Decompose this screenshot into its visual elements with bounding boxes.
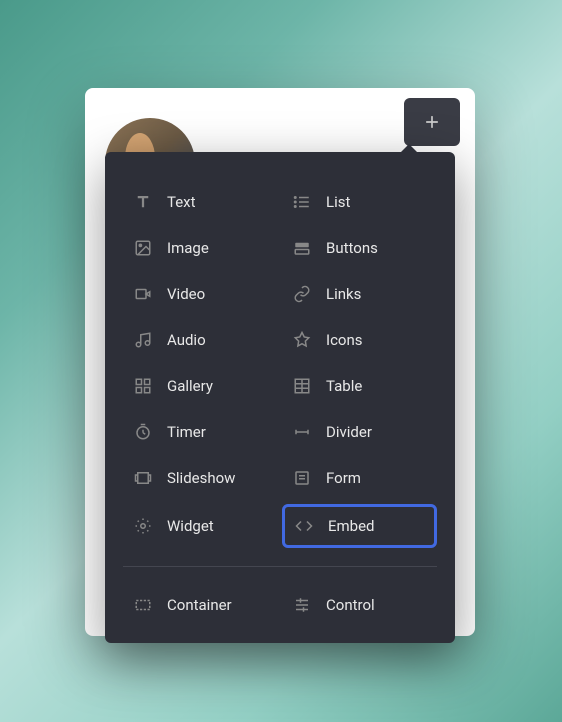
add-button[interactable] — [404, 98, 460, 146]
menu-item-buttons[interactable]: Buttons — [282, 228, 437, 268]
menu-item-widget[interactable]: Widget — [123, 504, 278, 548]
menu-item-icons[interactable]: Icons — [282, 320, 437, 360]
add-element-dropdown: Text List Image Buttons Video — [105, 152, 455, 643]
list-icon — [292, 192, 312, 212]
menu-item-label: Gallery — [167, 377, 213, 395]
menu-item-label: Divider — [326, 423, 372, 441]
menu-item-links[interactable]: Links — [282, 274, 437, 314]
menu-item-label: Buttons — [326, 239, 378, 257]
text-icon — [133, 192, 153, 212]
menu-item-image[interactable]: Image — [123, 228, 278, 268]
menu-item-label: Links — [326, 285, 361, 303]
embed-icon — [294, 516, 314, 536]
menu-item-label: Widget — [167, 517, 214, 535]
menu-item-label: List — [326, 193, 350, 211]
table-icon — [292, 376, 312, 396]
icons-icon — [292, 330, 312, 350]
menu-item-label: Slideshow — [167, 469, 235, 487]
container-icon — [133, 595, 153, 615]
menu-item-label: Video — [167, 285, 205, 303]
widget-icon — [133, 516, 153, 536]
menu-item-label: Image — [167, 239, 209, 257]
control-icon — [292, 595, 312, 615]
menu-item-video[interactable]: Video — [123, 274, 278, 314]
image-icon — [133, 238, 153, 258]
menu-divider — [123, 566, 437, 567]
menu-item-label: Embed — [328, 517, 375, 535]
menu-item-label: Control — [326, 596, 375, 614]
menu-item-embed[interactable]: Embed — [282, 504, 437, 548]
menu-grid: Text List Image Buttons Video — [123, 182, 437, 625]
menu-item-divider[interactable]: Divider — [282, 412, 437, 452]
menu-item-slideshow[interactable]: Slideshow — [123, 458, 278, 498]
menu-item-label: Timer — [167, 423, 206, 441]
divider-icon — [292, 422, 312, 442]
menu-item-label: Table — [326, 377, 362, 395]
video-icon — [133, 284, 153, 304]
menu-item-control[interactable]: Control — [282, 585, 437, 625]
slideshow-icon — [133, 468, 153, 488]
menu-item-audio[interactable]: Audio — [123, 320, 278, 360]
menu-item-label: Text — [167, 193, 196, 211]
audio-icon — [133, 330, 153, 350]
menu-item-gallery[interactable]: Gallery — [123, 366, 278, 406]
menu-item-label: Form — [326, 469, 361, 487]
links-icon — [292, 284, 312, 304]
buttons-icon — [292, 238, 312, 258]
menu-item-label: Audio — [167, 331, 206, 349]
menu-item-form[interactable]: Form — [282, 458, 437, 498]
gallery-icon — [133, 376, 153, 396]
menu-item-timer[interactable]: Timer — [123, 412, 278, 452]
menu-item-table[interactable]: Table — [282, 366, 437, 406]
plus-icon — [422, 112, 442, 132]
timer-icon — [133, 422, 153, 442]
menu-item-text[interactable]: Text — [123, 182, 278, 222]
menu-item-label: Icons — [326, 331, 363, 349]
menu-item-container[interactable]: Container — [123, 585, 278, 625]
form-icon — [292, 468, 312, 488]
menu-item-list[interactable]: List — [282, 182, 437, 222]
menu-item-label: Container — [167, 596, 232, 614]
